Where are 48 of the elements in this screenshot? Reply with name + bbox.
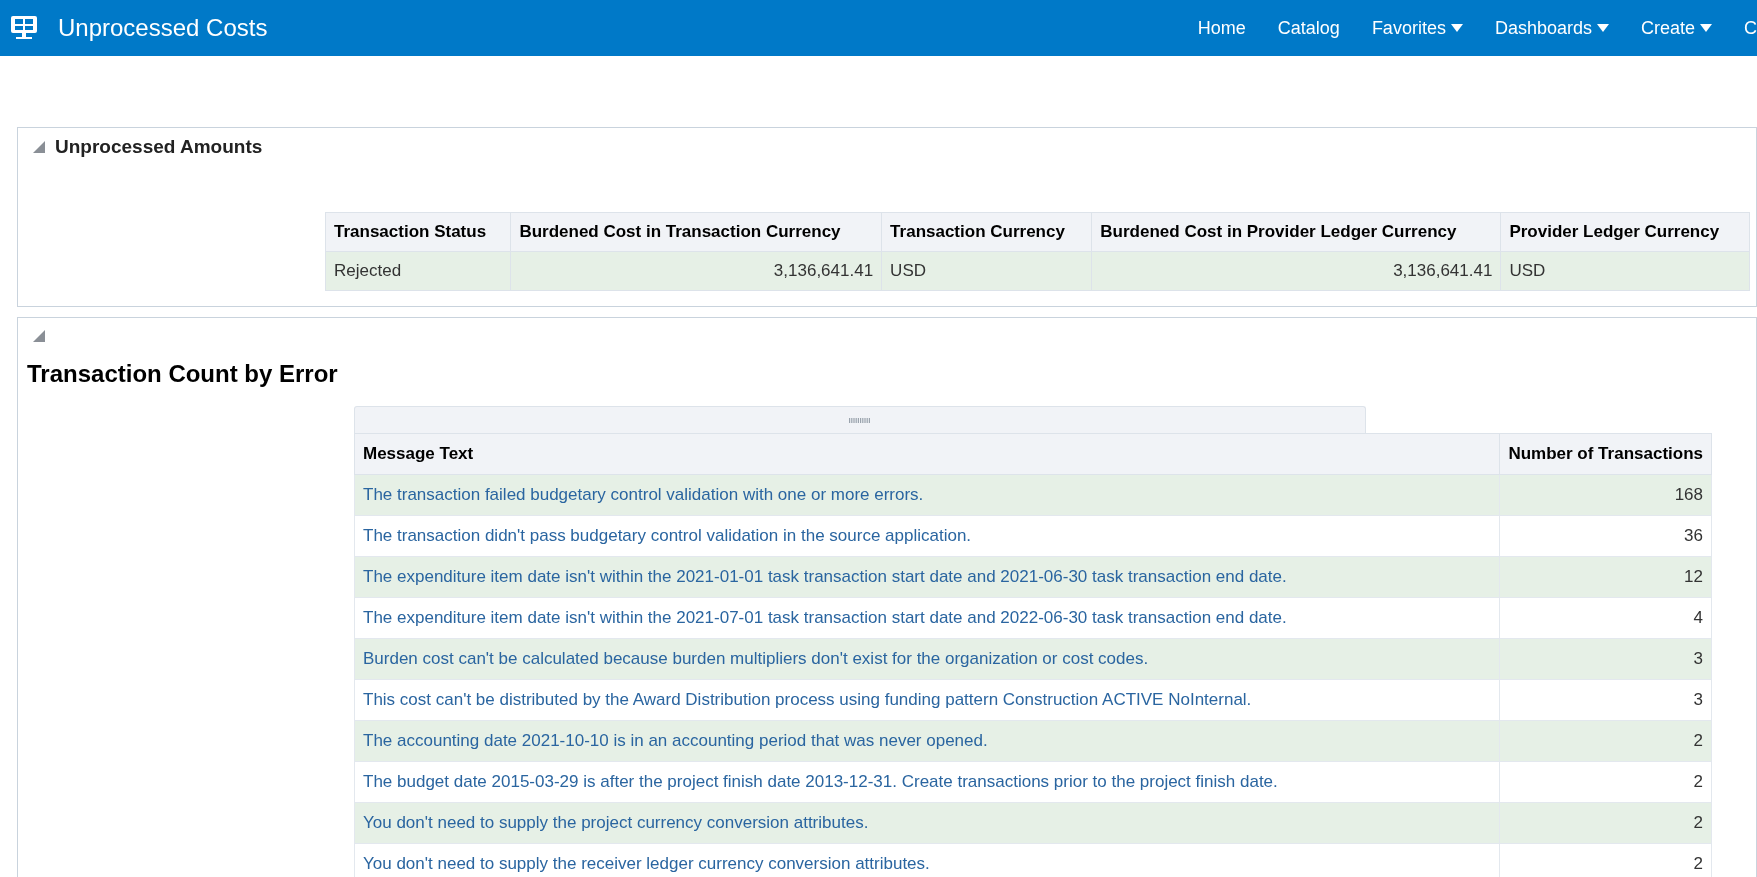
message-link[interactable]: The expenditure item date isn't within the 2021-07-01 task transaction start date and 2022-06-30 task transaction end date.: [354, 597, 1500, 639]
table-cell: USD: [881, 251, 1092, 291]
table-cell: 2: [1499, 720, 1712, 762]
table-cell: 3: [1499, 679, 1712, 721]
table-cell: 12: [1499, 556, 1712, 598]
column-header: Transaction Status: [325, 212, 511, 252]
message-link[interactable]: You don't need to supply the project currency conversion attributes.: [354, 802, 1500, 844]
nav-link[interactable]: Dashboards: [1478, 17, 1625, 39]
grip-icon: [849, 417, 871, 423]
nav-link[interactable]: Catalog: [1261, 17, 1356, 39]
column-header: Message Text: [354, 433, 1500, 475]
nav-link[interactable]: Create: [1624, 17, 1728, 39]
table-cell: 2: [1499, 802, 1712, 844]
column-header: Transaction Currency: [881, 212, 1092, 252]
message-link[interactable]: The accounting date 2021-10-10 is in an accounting period that was never opened.: [354, 720, 1500, 762]
nav-link[interactable]: C: [1728, 17, 1757, 39]
message-link[interactable]: The transaction failed budgetary control validation with one or more errors.: [354, 474, 1500, 516]
page-title: Unprocessed Costs: [58, 14, 268, 42]
table-cell: Rejected: [325, 251, 511, 291]
column-header: Burdened Cost in Transaction Currency: [510, 212, 882, 252]
table-cell: 2: [1499, 761, 1712, 803]
collapse-icon[interactable]: [33, 330, 45, 342]
drag-handle[interactable]: [354, 406, 1366, 433]
section-title: Transaction Count by Error: [27, 360, 339, 388]
message-link[interactable]: The expenditure item date isn't within the 2021-01-01 task transaction start date and 2021-06-30 task transaction end date.: [354, 556, 1500, 598]
table-cell: USD: [1500, 251, 1750, 291]
monitor-icon: [10, 15, 38, 41]
column-header: Number of Transactions: [1499, 433, 1712, 475]
message-link[interactable]: The budget date 2015-03-29 is after the project finish date 2013-12-31. Create transactions prior to the project finish date.: [354, 761, 1500, 803]
caret-icon: [1596, 24, 1609, 32]
caret-icon: [1700, 24, 1712, 32]
nav-link[interactable]: Favorites: [1355, 17, 1479, 39]
table-cell: 36: [1499, 515, 1712, 557]
message-link[interactable]: The transaction didn't pass budgetary control validation in the source application.: [354, 515, 1500, 557]
section-title: Unprocessed Amounts: [55, 136, 263, 158]
table-cell: 168: [1499, 474, 1712, 516]
nav-link[interactable]: Home: [1181, 17, 1262, 39]
column-header: Burdened Cost in Provider Ledger Currency: [1091, 212, 1501, 252]
caret-icon: [1450, 24, 1463, 32]
table-cell: 3,136,641.41: [510, 251, 882, 291]
message-link[interactable]: Burden cost can't be calculated because burden multipliers don't exist for the organization or cost codes.: [354, 638, 1500, 680]
message-link[interactable]: You don't need to supply the receiver ledger currency conversion attributes.: [354, 843, 1500, 877]
table-cell: 3: [1499, 638, 1712, 680]
message-link[interactable]: This cost can't be distributed by the Award Distribution process using funding pattern Construction ACTIVE NoInternal.: [354, 679, 1500, 721]
table-cell: 3,136,641.41: [1091, 251, 1501, 291]
column-header: Provider Ledger Currency: [1500, 212, 1750, 252]
collapse-icon[interactable]: [33, 141, 45, 153]
table-cell: 4: [1499, 597, 1712, 639]
